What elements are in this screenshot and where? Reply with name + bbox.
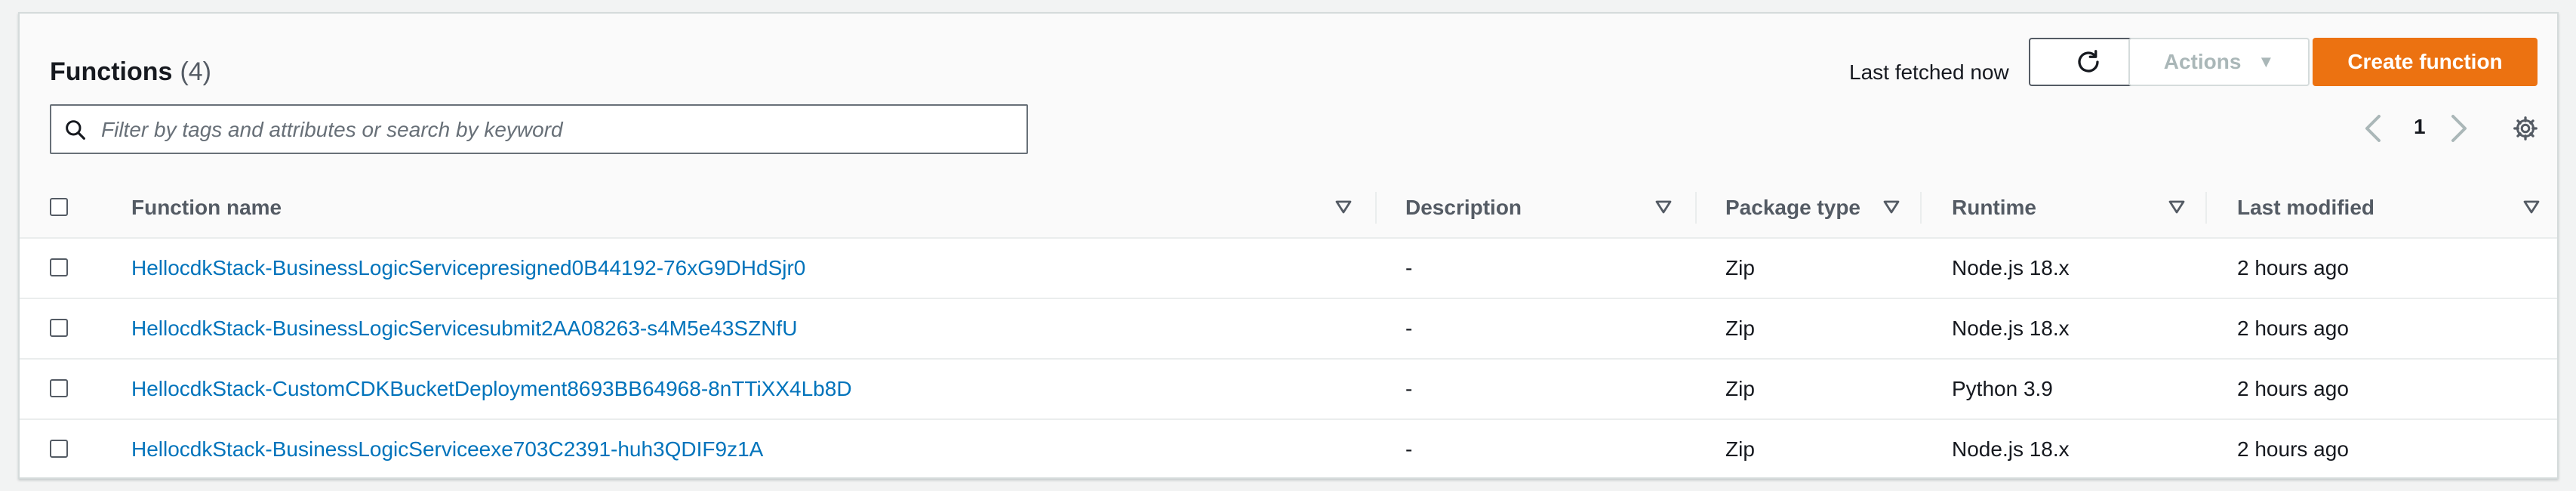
last-fetched-text: Last fetched now [1849,60,2009,84]
table-row: HellocdkStack-BusinessLogicServicepresig… [20,239,2557,299]
row-checkbox[interactable] [50,440,68,458]
column-divider[interactable] [1695,192,1697,224]
row-checkbox[interactable] [50,258,68,276]
runtime-cell: Node.js 18.x [1952,256,2070,279]
column-divider[interactable] [1920,192,1922,224]
function-name-link[interactable]: HellocdkStack-BusinessLogicServicesubmit… [131,317,797,341]
sort-icon[interactable] [2168,198,2186,216]
gear-icon[interactable] [2512,115,2539,142]
chevron-right-icon[interactable] [2450,113,2470,144]
package-type-cell: Zip [1725,437,1755,461]
caret-down-icon: ▼ [2257,52,2275,71]
column-header-runtime[interactable]: Runtime [1952,178,2036,237]
panel-header: Functions (4) Last fetched now Actions ▼ … [20,14,2557,180]
runtime-cell: Python 3.9 [1952,377,2053,400]
function-name-link[interactable]: HellocdkStack-BusinessLogicServicepresig… [131,256,805,280]
page-number[interactable]: 1 [2414,115,2426,139]
package-type-cell: Zip [1725,256,1755,279]
sort-icon[interactable] [1334,198,1353,216]
runtime-cell: Node.js 18.x [1952,437,2070,461]
sort-icon[interactable] [1654,198,1673,216]
table-header: Function name Description Package type R… [20,178,2557,239]
last-modified-cell: 2 hours ago [2237,377,2349,400]
column-header-function-name[interactable]: Function name [131,178,282,237]
function-name-link[interactable]: HellocdkStack-CustomCDKBucketDeployment8… [131,377,852,401]
table-row: HellocdkStack-BusinessLogicServicesubmit… [20,299,2557,360]
column-header-description[interactable]: Description [1405,178,1522,237]
last-modified-cell: 2 hours ago [2237,256,2349,279]
title-text: Functions [50,57,173,86]
search-icon [66,120,85,140]
row-checkbox[interactable] [50,379,68,397]
description-cell: - [1405,437,1413,461]
actions-label: Actions [2163,50,2242,73]
column-divider[interactable] [1375,192,1377,224]
refresh-icon [2078,50,2099,73]
search-box [50,104,1028,154]
row-checkbox[interactable] [50,319,68,337]
last-modified-cell: 2 hours ago [2237,317,2349,340]
functions-panel: Functions (4) Last fetched now Actions ▼ … [18,12,2559,479]
description-cell: - [1405,377,1413,400]
function-count: (4) [180,57,211,86]
package-type-cell: Zip [1725,317,1755,340]
column-divider[interactable] [2205,192,2207,224]
actions-button[interactable]: Actions ▼ [2128,38,2310,86]
sort-icon[interactable] [2522,198,2541,216]
last-modified-cell: 2 hours ago [2237,437,2349,461]
sort-icon[interactable] [1882,198,1900,216]
function-name-link[interactable]: HellocdkStack-BusinessLogicServiceexe703… [131,437,763,462]
select-all-checkbox[interactable] [50,198,68,216]
column-header-last-modified[interactable]: Last modified [2237,178,2374,237]
chevron-left-icon[interactable] [2362,113,2382,144]
table-row: HellocdkStack-BusinessLogicServiceexe703… [20,420,2557,480]
description-cell: - [1405,256,1413,279]
create-function-button[interactable]: Create function [2313,38,2538,86]
runtime-cell: Node.js 18.x [1952,317,2070,340]
package-type-cell: Zip [1725,377,1755,400]
search-input[interactable] [100,113,1008,147]
column-header-package-type[interactable]: Package type [1725,178,1860,237]
table-row: HellocdkStack-CustomCDKBucketDeployment8… [20,360,2557,420]
description-cell: - [1405,317,1413,340]
page-title: Functions (4) [50,57,211,87]
